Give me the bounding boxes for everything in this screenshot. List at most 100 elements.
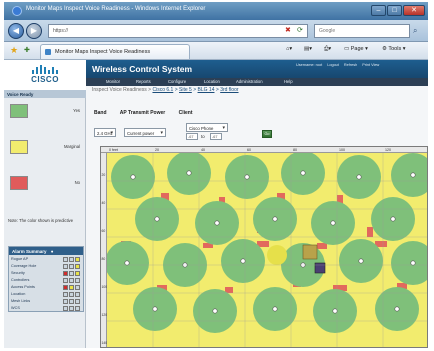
- menu-reports[interactable]: Reports: [136, 79, 151, 84]
- alarm-row[interactable]: Security: [11, 271, 83, 277]
- address-input[interactable]: https://: [48, 24, 308, 38]
- legend-item: Marginal: [10, 140, 82, 154]
- refresh-icon[interactable]: ⟳: [297, 27, 303, 35]
- access-point-icon[interactable]: [212, 308, 218, 314]
- alarm-count-cell[interactable]: [69, 299, 74, 304]
- alarm-count-cell[interactable]: [63, 285, 68, 290]
- search-icon[interactable]: ⌕: [413, 26, 417, 36]
- menu-location[interactable]: Location: [204, 79, 220, 84]
- feeds-icon[interactable]: ▤▾: [304, 46, 312, 52]
- band-select[interactable]: 2.4 GHz: [94, 128, 116, 137]
- alarm-row[interactable]: WCS: [11, 306, 83, 312]
- favorites-star-icon[interactable]: ★: [10, 45, 18, 56]
- alarm-count-cell[interactable]: [75, 264, 80, 269]
- access-point-icon[interactable]: [394, 306, 400, 312]
- access-point-icon[interactable]: [272, 216, 278, 222]
- alarm-row[interactable]: Rogue AP: [11, 257, 83, 263]
- alarm-count-cell[interactable]: [63, 299, 68, 304]
- alarm-count-cell[interactable]: [63, 264, 68, 269]
- alarm-count-cell[interactable]: [63, 306, 68, 311]
- menu-configure[interactable]: Configure: [168, 79, 186, 84]
- alarm-count-cell[interactable]: [63, 257, 68, 262]
- search-input[interactable]: Google: [314, 24, 410, 38]
- alarm-count-cell[interactable]: [75, 306, 80, 311]
- maximize-button[interactable]: □: [387, 5, 402, 16]
- alarm-row[interactable]: Access Points: [11, 285, 83, 291]
- alarm-count-cell[interactable]: [69, 264, 74, 269]
- legend-item: Yes: [10, 104, 82, 118]
- alarm-row[interactable]: Mesh Links: [11, 299, 83, 305]
- access-point-icon[interactable]: [152, 306, 158, 312]
- print-icon[interactable]: ⎙▾: [324, 46, 331, 53]
- floor-map[interactable]: 0 feet20406080100120140 2040608010012014…: [100, 146, 428, 348]
- access-point-icon[interactable]: [240, 258, 246, 264]
- access-point-icon[interactable]: [300, 170, 306, 176]
- client-select[interactable]: Cisco Phone: [186, 123, 228, 132]
- alarm-count-cell[interactable]: [63, 278, 68, 283]
- minimize-button[interactable]: –: [371, 5, 386, 16]
- alarm-count-cell[interactable]: [63, 292, 68, 297]
- ruler-tick: 40: [101, 201, 106, 205]
- alarm-count-cell[interactable]: [75, 271, 80, 276]
- address-bar-row: ◀ ▶ https:// ✖ ⟳ Google ⌕: [4, 20, 428, 42]
- access-point-icon[interactable]: [154, 216, 160, 222]
- stop-icon[interactable]: ✖: [285, 27, 291, 35]
- alarm-count-cell[interactable]: [75, 278, 80, 283]
- go-button[interactable]: Go: [262, 130, 272, 138]
- alarm-count-cell[interactable]: [75, 285, 80, 290]
- access-point-icon[interactable]: [124, 260, 130, 266]
- access-point-icon[interactable]: [214, 220, 220, 226]
- refresh-link[interactable]: Refresh: [344, 63, 357, 67]
- access-point-icon[interactable]: [244, 174, 250, 180]
- tools-menu[interactable]: ⚙ Tools ▾: [382, 46, 406, 52]
- access-point-icon[interactable]: [332, 308, 338, 314]
- browser-tab[interactable]: Monitor Maps Inspect Voice Readiness: [40, 44, 190, 59]
- add-favorites-icon[interactable]: ✚: [24, 46, 30, 54]
- alarm-count-cell[interactable]: [75, 257, 80, 262]
- print-view-link[interactable]: Print View: [362, 63, 379, 67]
- menu-monitor[interactable]: Monitor: [106, 79, 120, 84]
- alarm-count-cell[interactable]: [69, 271, 74, 276]
- page-menu[interactable]: ▭ Page ▾: [344, 46, 368, 52]
- tools-menu-label: Tools: [388, 46, 402, 52]
- access-point-icon[interactable]: [130, 174, 136, 180]
- access-point-icon[interactable]: [358, 258, 364, 264]
- breadcrumb-site[interactable]: Site 5: [179, 87, 192, 93]
- alarm-count-cell[interactable]: [63, 271, 68, 276]
- home-icon[interactable]: ⌂▾: [286, 46, 292, 52]
- menu-help[interactable]: Help: [284, 79, 293, 84]
- range-to-input[interactable]: -67: [210, 133, 222, 140]
- breadcrumb-building[interactable]: BLG 14: [198, 87, 215, 93]
- menu-administration[interactable]: Administration: [236, 79, 263, 84]
- voice-readiness-heatmap[interactable]: [107, 153, 428, 348]
- access-point-icon[interactable]: [410, 172, 416, 178]
- alarm-row[interactable]: Location: [11, 292, 83, 298]
- legend-label: Yes: [73, 108, 80, 113]
- alarm-count-cell[interactable]: [69, 257, 74, 262]
- alarm-row-label: Access Points: [11, 285, 35, 289]
- breadcrumb-campus[interactable]: Cisco 6.1: [152, 87, 173, 93]
- access-point-icon[interactable]: [330, 220, 336, 226]
- forward-button[interactable]: ▶: [26, 23, 42, 39]
- breadcrumb-floor[interactable]: 3rd floor: [220, 87, 238, 93]
- power-select[interactable]: Current power: [124, 128, 166, 137]
- alarm-row[interactable]: Coverage Hole: [11, 264, 83, 270]
- access-point-icon[interactable]: [390, 216, 396, 222]
- alarm-count-cell[interactable]: [69, 285, 74, 290]
- access-point-icon[interactable]: [272, 306, 278, 312]
- alarm-count-cell[interactable]: [69, 292, 74, 297]
- close-button[interactable]: ✕: [403, 5, 425, 16]
- access-point-icon[interactable]: [356, 174, 362, 180]
- access-point-icon[interactable]: [410, 260, 416, 266]
- legend-swatch: [10, 104, 28, 118]
- alarm-row[interactable]: Controllers: [11, 278, 83, 284]
- alarm-count-cell[interactable]: [69, 306, 74, 311]
- access-point-icon[interactable]: [186, 170, 192, 176]
- alarm-count-cell[interactable]: [75, 299, 80, 304]
- alarm-summary-title[interactable]: Alarm Summary ●: [9, 247, 83, 255]
- alarm-count-cell[interactable]: [69, 278, 74, 283]
- range-from-input[interactable]: -67: [186, 133, 198, 140]
- back-button[interactable]: ◀: [8, 23, 24, 39]
- alarm-count-cell[interactable]: [75, 292, 80, 297]
- logout-link[interactable]: Logout: [327, 63, 339, 67]
